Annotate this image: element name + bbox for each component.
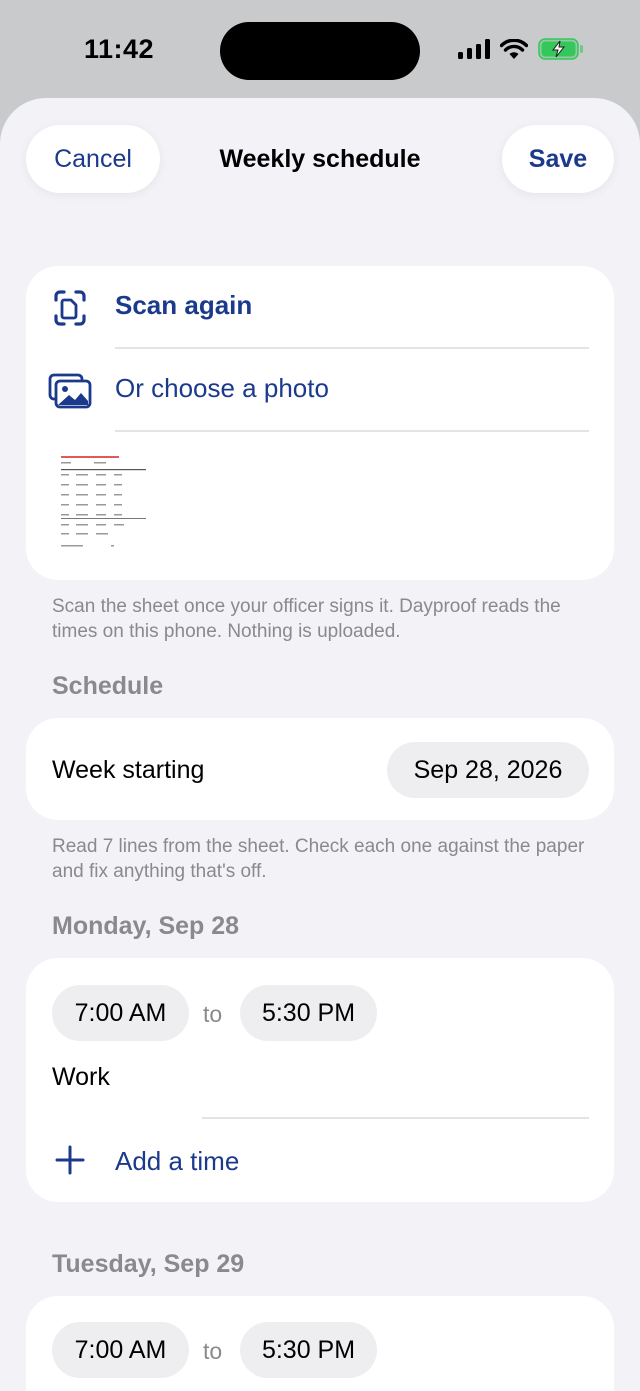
choose-photo-button[interactable]: Or choose a photo xyxy=(26,349,614,429)
save-button[interactable]: Save xyxy=(502,125,614,193)
add-time-label: Add a time xyxy=(115,1146,240,1176)
status-bar: 11:42 xyxy=(0,0,640,100)
scan-card: Scan again Or choose a photo xyxy=(26,266,614,580)
to-label: to xyxy=(203,1001,223,1027)
activity-label[interactable]: Work xyxy=(52,1063,110,1092)
week-starting-label: Week starting xyxy=(52,756,205,784)
battery-charging-icon xyxy=(538,38,583,60)
wifi-icon xyxy=(500,39,528,59)
choose-photo-label: Or choose a photo xyxy=(115,373,329,403)
dynamic-island xyxy=(220,22,420,80)
start-time-picker[interactable]: 7:00 AM xyxy=(52,985,189,1041)
to-label: to xyxy=(203,1338,223,1364)
scanned-sheet-thumbnail[interactable] xyxy=(56,452,156,548)
scan-again-button[interactable]: Scan again xyxy=(26,266,614,346)
day-header: Monday, Sep 28 xyxy=(52,912,240,940)
day-card: 7:00 AM to 5:30 PM xyxy=(26,1296,614,1391)
end-time-picker[interactable]: 5:30 PM xyxy=(240,985,377,1041)
week-start-date-picker[interactable]: Sep 28, 2026 xyxy=(387,742,589,798)
add-time-button[interactable]: Add a time xyxy=(26,1120,614,1200)
day-card: 7:00 AM to 5:30 PM Work Add a time xyxy=(26,958,614,1202)
day-header: Tuesday, Sep 29 xyxy=(52,1250,245,1278)
scan-footnote: Scan the sheet once your officer signs i… xyxy=(52,596,561,642)
schedule-footnote: Read 7 lines from the sheet. Check each … xyxy=(52,836,585,882)
divider xyxy=(115,430,589,432)
week-card: Week starting Sep 28, 2026 xyxy=(26,718,614,820)
signal-icon xyxy=(458,39,490,59)
plus-icon xyxy=(55,1145,85,1175)
schedule-section-header: Schedule xyxy=(52,672,164,700)
end-time-picker[interactable]: 5:30 PM xyxy=(240,1322,377,1378)
scan-again-label: Scan again xyxy=(115,290,253,320)
start-time-picker[interactable]: 7:00 AM xyxy=(52,1322,189,1378)
scan-document-icon xyxy=(54,290,86,326)
divider xyxy=(202,1117,589,1119)
status-icons xyxy=(458,38,584,60)
photo-gallery-icon xyxy=(48,373,92,409)
status-time: 11:42 xyxy=(84,34,155,64)
modal-sheet: Cancel Weekly schedule Save Scan again O… xyxy=(0,98,640,1391)
